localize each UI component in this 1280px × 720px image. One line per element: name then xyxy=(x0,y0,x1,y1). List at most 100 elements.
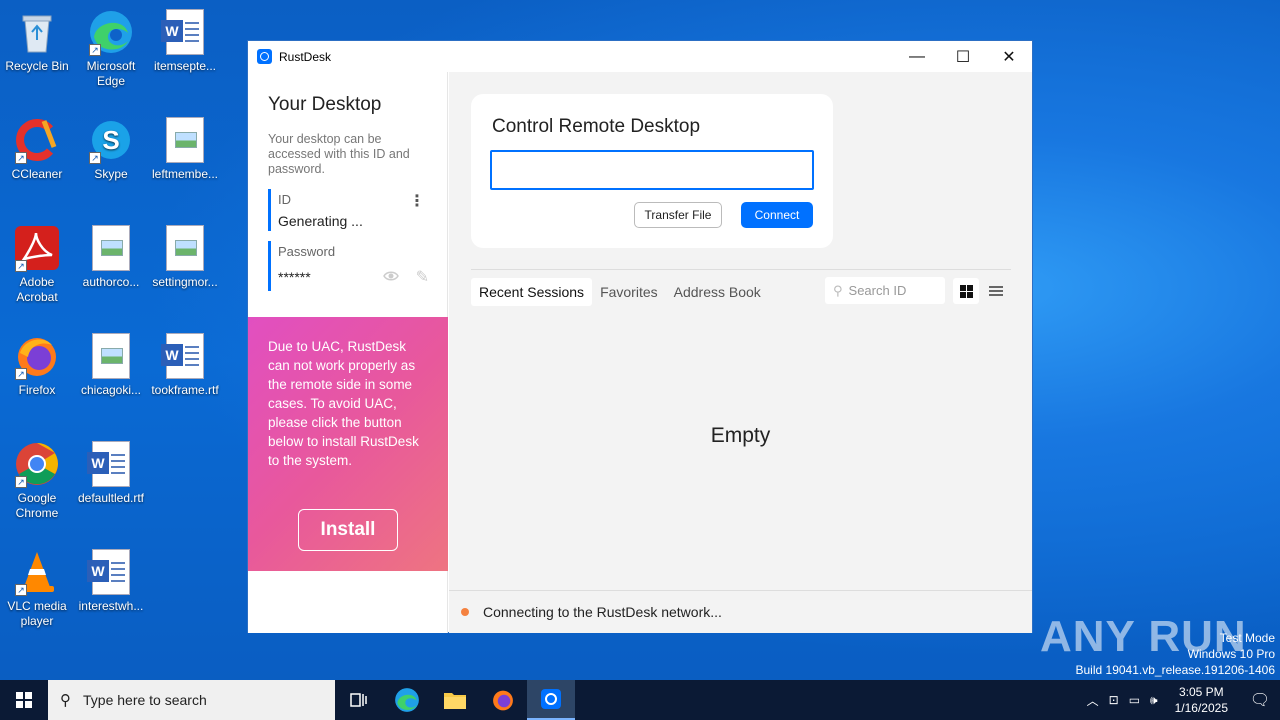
desktop-icon-label: itemsepte... xyxy=(153,59,217,73)
image-file-icon xyxy=(161,116,209,164)
password-label: Password xyxy=(278,244,336,259)
desktop-icon-label: Recycle Bin xyxy=(5,59,69,73)
shortcut-arrow-icon: ↗ xyxy=(89,44,101,56)
list-view-button[interactable] xyxy=(983,278,1009,304)
taskbar-rustdesk[interactable] xyxy=(527,680,575,720)
network-icon[interactable]: ▭ xyxy=(1124,693,1145,707)
control-remote-heading: Control Remote Desktop xyxy=(492,116,701,137)
volume-icon[interactable]: 🕪 xyxy=(1145,693,1163,708)
clock[interactable]: 3:05 PM 1/16/2025 xyxy=(1163,684,1240,716)
desktop-icon-label: Microsoft Edge xyxy=(86,59,136,88)
device-icon[interactable]: ⊡ xyxy=(1104,693,1124,707)
shortcut-arrow-icon: ↗ xyxy=(89,152,101,164)
image-file-icon xyxy=(87,332,135,380)
desktop-icon-tookframe[interactable]: W tookframe.rtf xyxy=(147,332,223,398)
desktop-icon-defaultled[interactable]: W defaultled.rtf xyxy=(73,440,149,506)
tab-address-book[interactable]: Address Book xyxy=(666,278,769,306)
edit-password-icon[interactable]: ✎ xyxy=(416,267,429,287)
desktop-icon-skype[interactable]: S ↗ Skype xyxy=(73,116,149,182)
recycle-bin-icon xyxy=(13,8,61,56)
show-hidden-icons-icon[interactable]: ︿ xyxy=(1082,692,1104,709)
desktop-icon-label: Skype xyxy=(94,167,128,181)
desktop-icon-label: Firefox xyxy=(18,383,56,397)
firefox-icon: ↗ xyxy=(13,332,61,380)
desktop-icon-firefox[interactable]: ↗ Firefox xyxy=(0,332,75,398)
task-view-button[interactable] xyxy=(335,680,383,720)
shortcut-arrow-icon: ↗ xyxy=(15,368,27,380)
your-desktop-panel: Your Desktop Your desktop can be accesse… xyxy=(248,72,448,633)
desktop-icon-label: VLC media player xyxy=(7,599,67,628)
edge-icon: ↗ xyxy=(87,8,135,56)
windows-edition-text: Windows 10 Pro xyxy=(1187,647,1275,661)
taskbar-firefox[interactable] xyxy=(479,680,527,720)
section-divider xyxy=(471,269,1011,270)
vlc-icon: ↗ xyxy=(13,548,61,596)
show-password-icon[interactable] xyxy=(383,269,399,285)
desktop-icon-label: leftmembe... xyxy=(151,167,219,181)
your-desktop-heading: Your Desktop xyxy=(268,94,382,115)
taskbar-file-explorer[interactable] xyxy=(431,680,479,720)
id-value[interactable]: Generating ... xyxy=(278,213,447,229)
desktop-icon-ccleaner[interactable]: ↗ CCleaner xyxy=(0,116,75,182)
desktop-icon-vlc[interactable]: ↗ VLC media player xyxy=(0,548,75,629)
desktop-icon-edge[interactable]: ↗ Microsoft Edge xyxy=(73,8,149,89)
more-options-icon[interactable]: ⋮ xyxy=(409,191,425,211)
maximize-button[interactable]: ☐ xyxy=(940,41,986,72)
desktop-icon-authorco[interactable]: authorco... xyxy=(73,224,149,290)
install-button[interactable]: Install xyxy=(298,509,398,551)
notification-center-icon[interactable]: 🗨 xyxy=(1240,680,1280,720)
folder-icon xyxy=(444,693,466,709)
status-text: Connecting to the RustDesk network... xyxy=(483,604,722,620)
desktop-icon-acrobat[interactable]: ↗ Adobe Acrobat xyxy=(0,224,75,305)
word-document-icon: W xyxy=(87,440,135,488)
grid-view-button[interactable] xyxy=(953,278,979,304)
desktop-icon-chrome[interactable]: ↗ Google Chrome xyxy=(0,440,75,521)
chrome-icon: ↗ xyxy=(13,440,61,488)
connect-button[interactable]: Connect xyxy=(741,202,813,228)
rustdesk-window: RustDesk — ☐ ✕ Your Desktop Your desktop… xyxy=(247,40,1033,633)
image-file-icon xyxy=(161,224,209,272)
taskbar-edge[interactable] xyxy=(383,680,431,720)
password-field: Password ****** ✎ xyxy=(268,241,447,291)
image-file-icon xyxy=(87,224,135,272)
desktop-icon-leftmembe[interactable]: leftmembe... xyxy=(147,116,223,182)
start-button[interactable] xyxy=(0,680,48,720)
search-icon: ⚲ xyxy=(60,692,71,709)
desktop-icon-label: Google Chrome xyxy=(15,491,59,520)
desktop-icon-recycle-bin[interactable]: Recycle Bin xyxy=(0,8,75,74)
desktop-icon-label: tookframe.rtf xyxy=(151,383,219,397)
edge-icon xyxy=(395,688,419,712)
desktop-icon-itemsepte[interactable]: W itemsepte... xyxy=(147,8,223,74)
desktop-icon-label: settingmor... xyxy=(152,275,218,289)
svg-text:S: S xyxy=(102,125,119,155)
close-button[interactable]: ✕ xyxy=(986,41,1032,72)
search-id-input[interactable]: ⚲ Search ID xyxy=(825,277,945,304)
build-text: Build 19041.vb_release.191206-1406 xyxy=(1075,663,1276,677)
empty-sessions-text: Empty xyxy=(710,424,771,447)
minimize-button[interactable]: — xyxy=(894,41,940,72)
remote-id-input[interactable] xyxy=(490,150,814,190)
desktop-icon-label: chicagoki... xyxy=(80,383,142,397)
desktop-icon-settingmor[interactable]: settingmor... xyxy=(147,224,223,290)
rustdesk-icon xyxy=(541,689,561,709)
desktop-icon-label: defaultled.rtf xyxy=(77,491,145,505)
status-indicator-icon xyxy=(461,608,469,616)
grid-view-icon xyxy=(959,284,973,298)
desktop-icon-label: CCleaner xyxy=(11,167,63,181)
windows-build-info: Test Mode Windows 10 Pro Build 19041.vb_… xyxy=(1076,630,1276,678)
transfer-file-button[interactable]: Transfer File xyxy=(634,202,722,228)
search-placeholder: Search ID xyxy=(848,283,907,298)
title-bar[interactable]: RustDesk — ☐ ✕ xyxy=(248,41,1032,72)
desktop-icon-interestwh[interactable]: W interestwh... xyxy=(73,548,149,614)
shortcut-arrow-icon: ↗ xyxy=(15,476,27,488)
desktop-icon-label: Adobe Acrobat xyxy=(16,275,58,304)
session-tabs: Recent Sessions Favorites Address Book xyxy=(471,278,769,306)
ccleaner-icon: ↗ xyxy=(13,116,61,164)
word-document-icon: W xyxy=(87,548,135,596)
desktop-icon-label: interestwh... xyxy=(78,599,144,613)
tab-recent-sessions[interactable]: Recent Sessions xyxy=(471,278,593,306)
rustdesk-app-icon xyxy=(257,49,272,64)
tab-favorites[interactable]: Favorites xyxy=(592,278,666,306)
taskbar-search-box[interactable]: ⚲ Type here to search xyxy=(48,680,335,720)
desktop-icon-chicagoki[interactable]: chicagoki... xyxy=(73,332,149,398)
